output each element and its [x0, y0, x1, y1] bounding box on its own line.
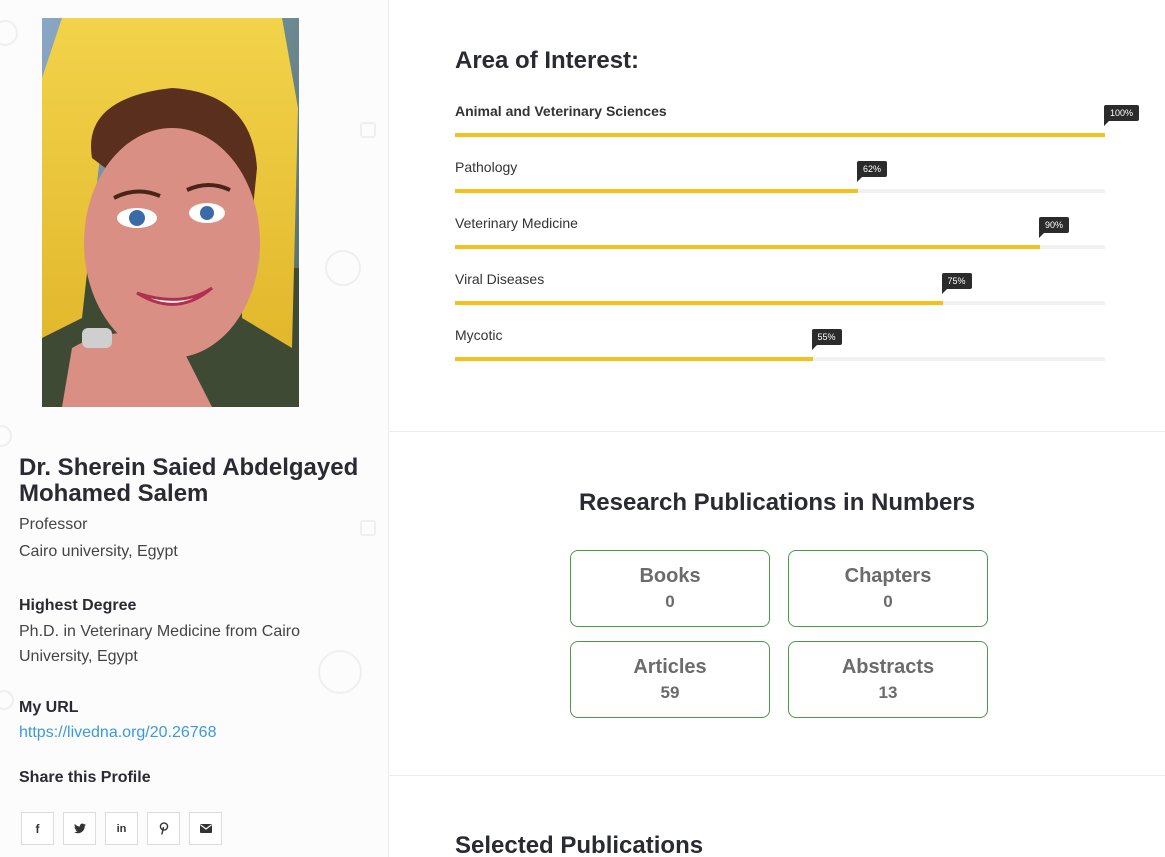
decor-circle [325, 250, 361, 286]
profile-photo [42, 18, 299, 407]
share-linkedin-button[interactable]: in [105, 812, 138, 845]
interest-track: 62% [455, 161, 1105, 193]
profile-sidebar: Dr. Sherein Saied Abdelgayed Mohamed Sal… [0, 0, 389, 857]
interest-label: Animal and Veterinary Sciences [455, 103, 667, 119]
interest-track: 90% [455, 217, 1105, 249]
stat-count: 59 [660, 683, 680, 702]
section-divider [389, 431, 1165, 432]
stat-label: Chapters [844, 565, 932, 587]
interest-percent-tooltip: 75% [941, 273, 972, 294]
stat-count: 0 [883, 592, 893, 611]
profile-photo-illustration [42, 18, 299, 407]
interest-item: Veterinary Medicine 90% [455, 215, 1105, 271]
highest-degree-label: Highest Degree [19, 597, 137, 614]
facebook-icon: f [35, 821, 40, 836]
interest-item: Mycotic 55% [455, 327, 1105, 383]
interest-label: Mycotic [455, 327, 503, 343]
interest-item: Pathology 62% [455, 159, 1105, 215]
interest-track: 100% [455, 105, 1140, 137]
interest-percent-tooltip: 55% [811, 329, 842, 350]
stat-abstracts[interactable]: Abstracts 13 [788, 641, 988, 718]
decor-square [360, 122, 376, 138]
publications-stats-grid: Books 0 Chapters 0 Articles 59 Abstracts… [570, 550, 988, 718]
share-pinterest-button[interactable] [147, 812, 180, 845]
profile-affiliation: Cairo university, Egypt [19, 543, 178, 560]
share-buttons: f in [21, 812, 222, 845]
share-email-button[interactable] [189, 812, 222, 845]
interest-fill [455, 133, 1105, 137]
publications-numbers-title: Research Publications in Numbers [578, 489, 976, 516]
stat-label: Articles [633, 656, 707, 678]
stat-articles[interactable]: Articles 59 [570, 641, 770, 718]
interest-label: Veterinary Medicine [455, 215, 578, 231]
interest-fill [455, 189, 858, 193]
selected-publications-title: Selected Publications [455, 832, 704, 857]
interest-fill [455, 357, 813, 361]
section-divider [389, 775, 1165, 776]
decor-square [360, 520, 376, 536]
profile-name: Dr. Sherein Saied Abdelgayed Mohamed Sal… [19, 454, 359, 507]
interest-list: Animal and Veterinary Sciences 100% Path… [455, 103, 1140, 383]
my-url-label: My URL [19, 699, 79, 716]
stat-count: 0 [665, 592, 675, 611]
interest-percent-tooltip: 62% [857, 161, 888, 182]
interest-item: Animal and Veterinary Sciences 100% [455, 103, 1140, 159]
share-profile-label: Share this Profile [19, 769, 151, 786]
interest-fill [455, 245, 1040, 249]
email-icon [199, 824, 212, 833]
stat-count: 13 [878, 683, 898, 702]
interest-item: Viral Diseases 75% [455, 271, 1105, 327]
pinterest-icon [159, 822, 168, 835]
interest-fill [455, 301, 943, 305]
highest-degree-value: Ph.D. in Veterinary Medicine from Cairo … [19, 623, 300, 665]
area-of-interest-title: Area of Interest: [455, 47, 640, 74]
interest-track: 55% [455, 329, 1105, 361]
interest-percent-tooltip: 100% [1104, 105, 1140, 126]
linkedin-icon: in [116, 822, 127, 835]
stat-books[interactable]: Books 0 [570, 550, 770, 627]
profile-url-link[interactable]: https://livedna.org/20.26768 [19, 724, 216, 742]
interest-label: Viral Diseases [455, 271, 545, 287]
share-twitter-button[interactable] [63, 812, 96, 845]
interest-track: 75% [455, 273, 1105, 305]
stat-label: Abstracts [841, 656, 935, 678]
stat-chapters[interactable]: Chapters 0 [788, 550, 988, 627]
decor-circle [0, 425, 12, 447]
decor-circle [0, 690, 14, 710]
interest-percent-tooltip: 90% [1039, 217, 1070, 238]
decor-circle [0, 20, 18, 46]
share-facebook-button[interactable]: f [21, 812, 54, 845]
profile-main: Area of Interest: Animal and Veterinary … [389, 0, 1165, 857]
interest-label: Pathology [455, 159, 518, 175]
stat-label: Books [639, 565, 701, 587]
profile-role: Professor [19, 516, 88, 533]
twitter-icon [73, 823, 86, 834]
